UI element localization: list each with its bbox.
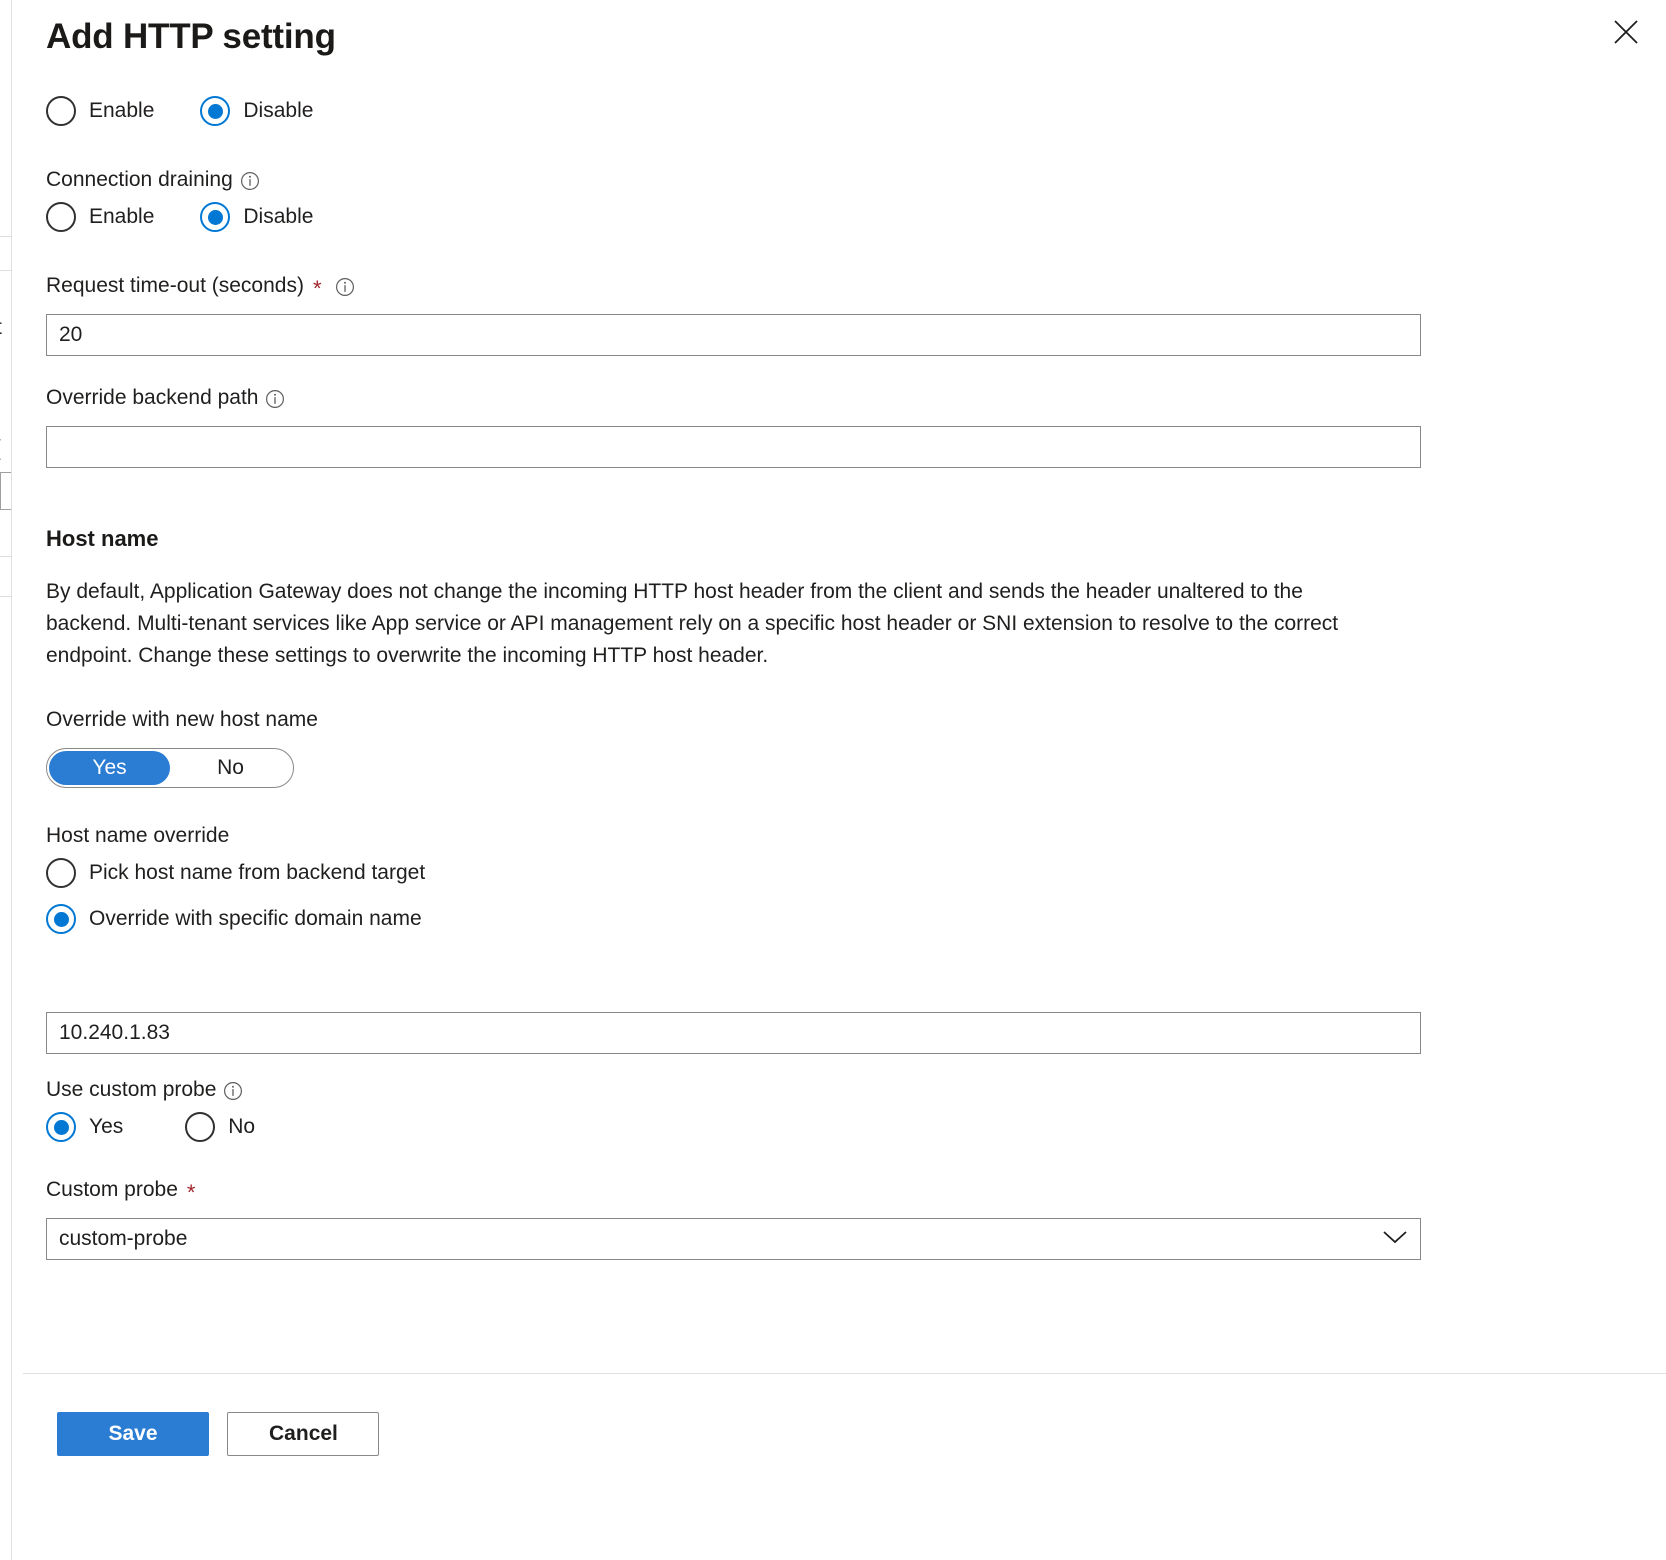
- override-host-name-label: Override with new host name: [46, 708, 318, 731]
- override-host-name-yes-option[interactable]: Yes: [49, 751, 170, 785]
- connection-draining-disable-label: Disable: [243, 205, 314, 228]
- override-host-name-toggle[interactable]: Yes No: [46, 748, 294, 788]
- use-custom-probe-no-label: No: [228, 1115, 256, 1138]
- background-text-fragment: t: [0, 316, 2, 340]
- page-title: Add HTTP setting: [46, 17, 336, 56]
- close-icon[interactable]: [1604, 10, 1648, 54]
- host-name-description: By default, Application Gateway does not…: [46, 580, 1339, 667]
- dialog-footer: Save Cancel: [23, 1373, 1666, 1560]
- host-name-override-label: Host name override: [46, 824, 230, 847]
- info-icon[interactable]: [223, 1081, 243, 1101]
- override-host-name-no-option[interactable]: No: [170, 751, 291, 785]
- connection-draining-label: Connection draining: [46, 168, 233, 191]
- use-custom-probe-label-row: Use custom probe: [46, 1076, 1642, 1104]
- use-custom-probe-yes-label: Yes: [89, 1115, 124, 1138]
- radio-selected-icon: [46, 904, 76, 934]
- radio-unselected-icon: [46, 96, 76, 126]
- add-http-setting-dialog: Add HTTP setting Enable Disable Connecti…: [11, 0, 1666, 1560]
- host-name-override-option-specific-domain[interactable]: Override with specific domain name: [46, 904, 1642, 934]
- override-backend-path-label-row: Override backend path: [46, 384, 1642, 412]
- use-custom-probe-no-option[interactable]: No: [185, 1112, 255, 1142]
- info-icon[interactable]: [265, 389, 285, 409]
- host-name-section-heading: Host name: [46, 526, 159, 551]
- cookie-affinity-radio-group: Enable Disable: [46, 96, 1642, 126]
- request-timeout-input[interactable]: [46, 314, 1421, 356]
- cancel-button[interactable]: Cancel: [227, 1412, 380, 1456]
- cookie-affinity-disable-option[interactable]: Disable: [200, 96, 313, 126]
- override-backend-path-input[interactable]: [46, 426, 1421, 468]
- radio-unselected-icon: [46, 202, 76, 232]
- host-name-override-option-pick-from-backend[interactable]: Pick host name from backend target: [46, 858, 1642, 888]
- custom-probe-label-row: Custom probe *: [46, 1176, 1642, 1204]
- connection-draining-disable-option[interactable]: Disable: [200, 202, 313, 232]
- request-timeout-label-row: Request time-out (seconds) *: [46, 272, 1642, 300]
- use-custom-probe-label: Use custom probe: [46, 1078, 217, 1101]
- radio-selected-icon: [200, 202, 231, 232]
- info-icon[interactable]: [240, 171, 260, 191]
- override-backend-path-label: Override backend path: [46, 386, 259, 409]
- background-text-fragment: (: [0, 437, 1, 461]
- cookie-affinity-enable-option[interactable]: Enable: [46, 96, 154, 126]
- save-button[interactable]: Save: [57, 1412, 209, 1456]
- host-name-domain-input[interactable]: [46, 1012, 1421, 1054]
- dialog-body: Add HTTP setting Enable Disable Connecti…: [12, 0, 1666, 1373]
- connection-draining-enable-label: Enable: [89, 205, 155, 228]
- info-icon[interactable]: [335, 277, 355, 297]
- use-custom-probe-radio-group: Yes No: [46, 1112, 1642, 1142]
- radio-selected-icon: [46, 1112, 76, 1142]
- cookie-affinity-disable-label: Disable: [243, 99, 314, 122]
- connection-draining-label-row: Connection draining: [46, 166, 1642, 194]
- request-timeout-label: Request time-out (seconds): [46, 274, 304, 297]
- required-marker: *: [186, 1180, 196, 1205]
- dialog-header: Add HTTP setting: [46, 0, 1642, 74]
- custom-probe-dropdown[interactable]: custom-probe: [46, 1218, 1421, 1260]
- use-custom-probe-yes-option[interactable]: Yes: [46, 1112, 123, 1142]
- radio-selected-icon: [200, 96, 231, 126]
- cookie-affinity-enable-label: Enable: [89, 99, 155, 122]
- custom-probe-selected-value: custom-probe: [59, 1227, 188, 1250]
- custom-probe-label: Custom probe: [46, 1178, 178, 1201]
- host-name-override-option-label: Pick host name from backend target: [89, 861, 426, 884]
- radio-unselected-icon: [46, 858, 76, 888]
- connection-draining-enable-option[interactable]: Enable: [46, 202, 154, 232]
- connection-draining-radio-group: Enable Disable: [46, 202, 1642, 232]
- host-name-override-option-label: Override with specific domain name: [89, 907, 422, 930]
- radio-unselected-icon: [185, 1112, 216, 1142]
- chevron-down-icon: [1382, 1229, 1408, 1250]
- required-marker: *: [312, 276, 322, 301]
